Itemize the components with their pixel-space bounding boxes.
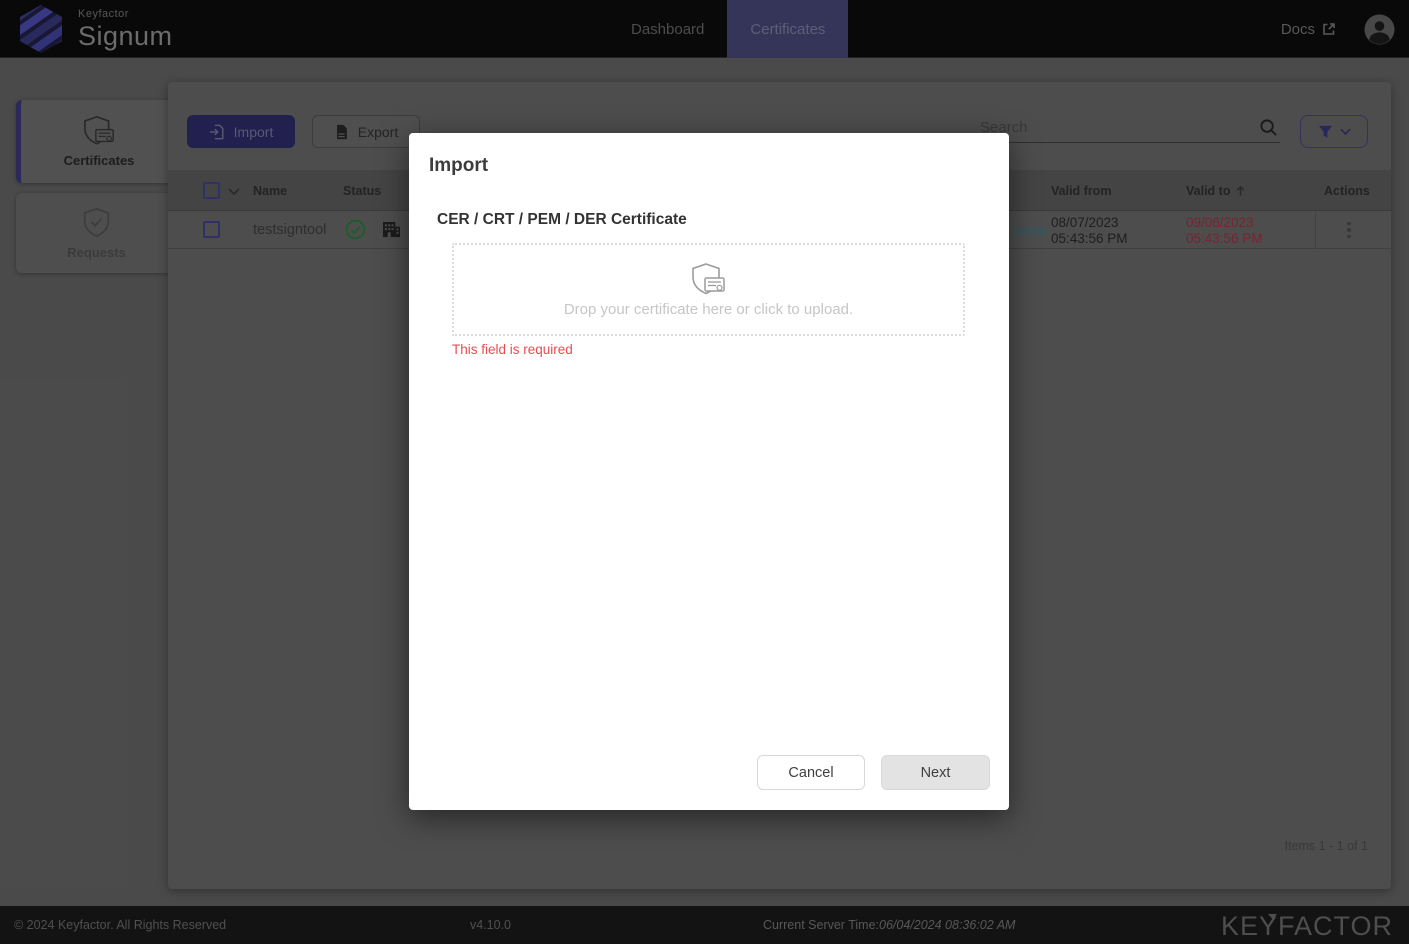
shield-certificate-icon bbox=[691, 262, 727, 296]
certificate-dropzone[interactable]: Drop your certificate here or click to u… bbox=[452, 243, 965, 336]
certificate-field-label: CER / CRT / PEM / DER Certificate bbox=[437, 211, 687, 229]
next-button[interactable]: Next bbox=[881, 755, 990, 790]
import-modal: Import CER / CRT / PEM / DER Certificate… bbox=[409, 133, 1009, 810]
modal-title: Import bbox=[429, 155, 488, 177]
app-screen: Keyfactor Signum Dashboard Certificates … bbox=[0, 0, 1409, 944]
dropzone-placeholder-text: Drop your certificate here or click to u… bbox=[564, 301, 853, 318]
cancel-button[interactable]: Cancel bbox=[757, 755, 865, 790]
field-required-error: This field is required bbox=[452, 342, 573, 357]
